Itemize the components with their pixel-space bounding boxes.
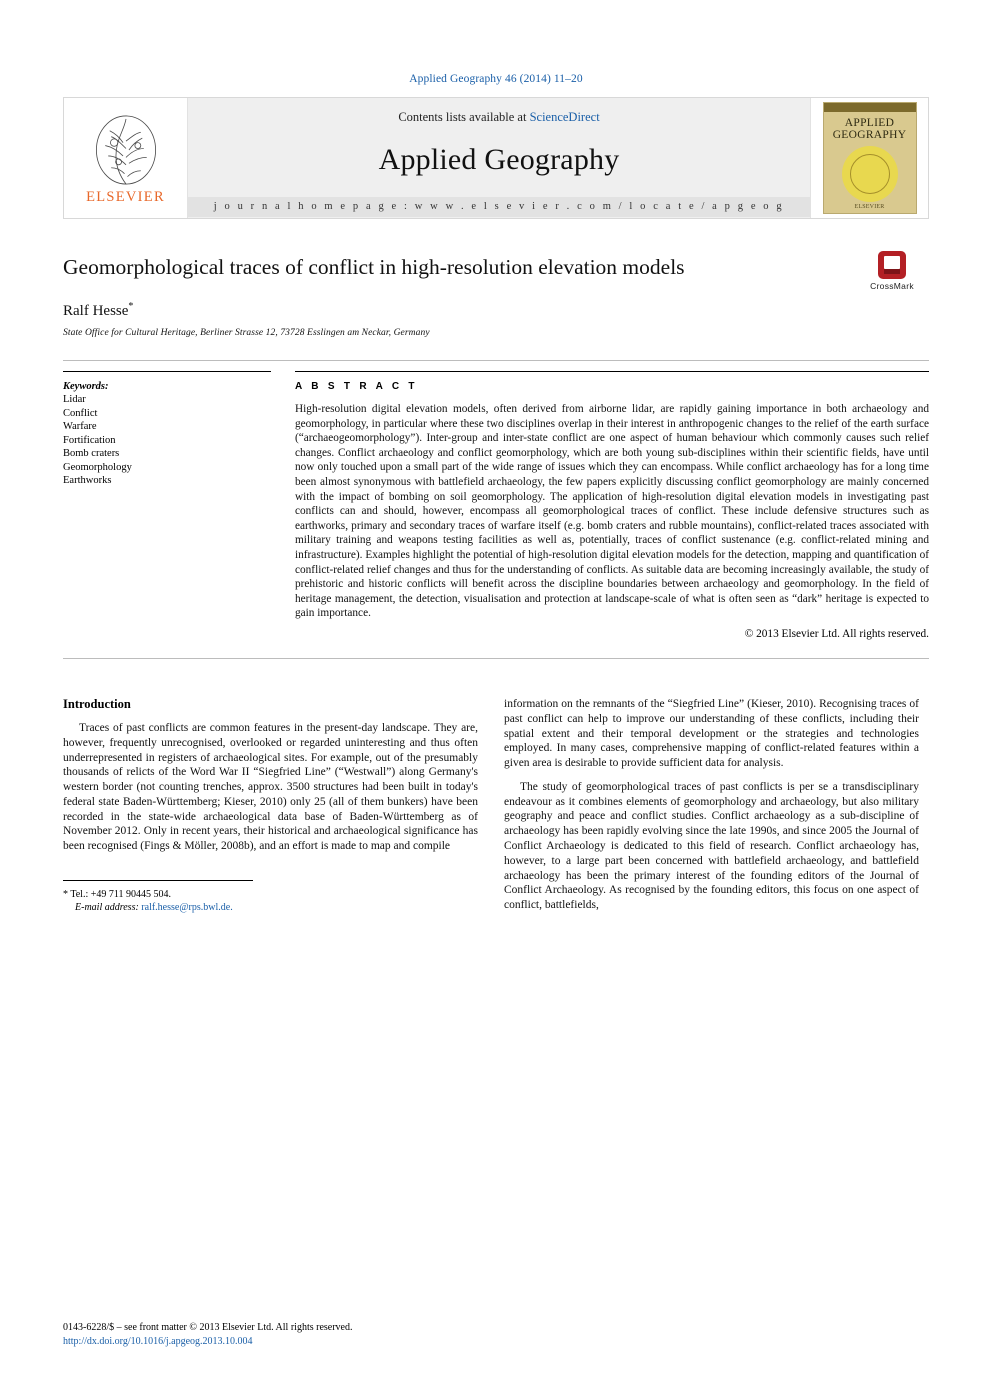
doi-link[interactable]: http://dx.doi.org/10.1016/j.apgeog.2013.… [63, 1335, 352, 1349]
abstract-heading: A B S T R A C T [295, 381, 418, 392]
journal-title: Applied Geography [378, 143, 620, 176]
page-title: Geomorphological traces of conflict in h… [63, 255, 685, 279]
sciencedirect-link[interactable]: ScienceDirect [530, 110, 600, 124]
crossmark-label: CrossMark [870, 281, 914, 291]
section-heading-introduction: Introduction [63, 696, 131, 711]
journal-reference: Applied Geography 46 (2014) 11–20 [409, 73, 583, 85]
elsevier-wordmark: ELSEVIER [86, 188, 165, 205]
journal-cover-image: APPLIED GEOGRAPHY ELSEVIER [822, 102, 917, 214]
paragraph: The study of geomorphological traces of … [504, 780, 919, 912]
keywords-block: Keywords: Lidar Conflict Warfare Fortifi… [63, 371, 295, 640]
elsevier-tree-icon [95, 115, 156, 184]
masthead-center: Contents lists available at ScienceDirec… [188, 98, 810, 218]
keyword-item: Bomb craters [63, 448, 120, 459]
body-columns: Introduction Traces of past conflicts ar… [63, 697, 929, 914]
cover-publisher: ELSEVIER [854, 204, 885, 210]
crossmark-icon [878, 251, 906, 279]
page-footer: 0143-6228/$ – see front matter © 2013 El… [63, 1321, 352, 1349]
cover-top-bar [823, 103, 916, 112]
keyword-item: Earthworks [63, 475, 112, 486]
author-affiliation: State Office for Cultural Heritage, Berl… [63, 328, 430, 338]
publisher-logo: ELSEVIER [64, 98, 188, 218]
abstract-block: A B S T R A C T High-resolution digital … [295, 371, 929, 640]
author-footnote-marker: * [128, 301, 134, 312]
footnote-email-label: E-mail address: [75, 902, 139, 914]
keyword-item: Conflict [63, 407, 98, 419]
author-list: Ralf Hesse* [63, 301, 929, 320]
keywords-heading: Keywords: [63, 381, 109, 392]
abstract-section: Keywords: Lidar Conflict Warfare Fortifi… [63, 361, 929, 640]
contents-line: Contents lists available at ScienceDirec… [398, 110, 599, 125]
author-name: Ralf Hesse [63, 303, 129, 319]
author-footnote: * Tel.: +49 711 90445 504. E-mail addres… [63, 880, 253, 914]
footnote-email-row: E-mail address: ralf.hesse@rps.bwl.de. [63, 901, 253, 914]
journal-masthead: ELSEVIER Contents lists available at Sci… [63, 97, 929, 219]
issn-copyright-line: 0143-6228/$ – see front matter © 2013 El… [63, 1322, 353, 1333]
cover-globe-icon [841, 146, 898, 202]
keywords-rule [63, 371, 271, 372]
article-first-page: Applied Geography 46 (2014) 11–20 ELSEVI… [0, 73, 992, 1396]
contents-prefix: Contents lists available at [398, 110, 530, 124]
crossmark-badge[interactable]: CrossMark [855, 251, 929, 297]
footnote-telephone: * Tel.: +49 711 90445 504. [63, 889, 171, 901]
right-column: information on the remnants of the “Sieg… [504, 697, 919, 914]
left-column: Introduction Traces of past conflicts ar… [63, 697, 478, 914]
cover-title-line1: APPLIED [844, 117, 895, 129]
keyword-item: Geomorphology [63, 461, 132, 473]
paragraph: Traces of past conflicts are common feat… [63, 721, 478, 853]
footnote-email-link[interactable]: ralf.hesse@rps.bwl.de. [141, 902, 232, 913]
abstract-rule [295, 371, 929, 372]
cover-title-line2: GEOGRAPHY [832, 129, 907, 141]
abstract-text: High-resolution digital elevation models… [295, 403, 929, 620]
title-block: Geomorphological traces of conflict in h… [63, 251, 929, 338]
abstract-bottom-divider [63, 657, 929, 659]
abstract-copyright: © 2013 Elsevier Ltd. All rights reserved… [744, 627, 929, 640]
keyword-item: Fortification [63, 434, 116, 446]
keyword-item: Warfare [63, 421, 97, 432]
keyword-item: Lidar [63, 394, 86, 405]
paragraph: information on the remnants of the “Sieg… [504, 697, 919, 770]
masthead-right: APPLIED GEOGRAPHY ELSEVIER [810, 98, 928, 218]
journal-homepage[interactable]: j o u r n a l h o m e p a g e : w w w . … [188, 197, 810, 217]
